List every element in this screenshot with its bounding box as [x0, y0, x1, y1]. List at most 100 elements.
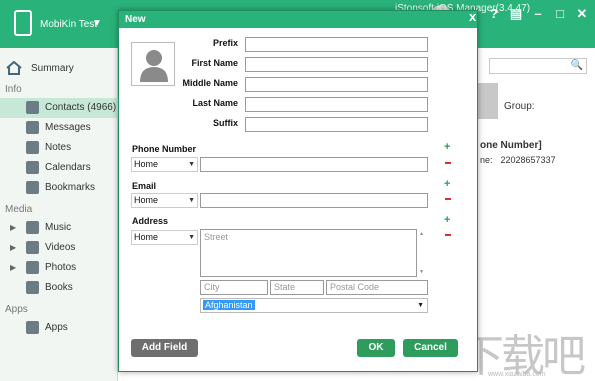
country-select[interactable]: Afghanistan ▼ [200, 298, 428, 313]
window-controls: ⌂ ? ▤ – □ ✕ [465, 6, 589, 22]
menu-icon[interactable]: ▤ [509, 6, 523, 22]
music-icon [26, 221, 39, 234]
sidebar-item-label: Music [45, 222, 72, 233]
add-address-icon[interactable]: + [444, 214, 450, 226]
sidebar-item-label: Videos [45, 242, 76, 253]
remove-phone-icon[interactable] [445, 162, 451, 164]
email-type-select[interactable]: Home ▼ [131, 193, 198, 208]
postal-code-placeholder: Postal Code [330, 282, 380, 292]
phone-number-heading: one Number] [480, 140, 542, 151]
sidebar-item-label: Books [45, 282, 73, 293]
sidebar-item-contacts[interactable]: Contacts (4966) [0, 98, 118, 118]
scroll-up-icon[interactable]: ▲ [419, 231, 424, 237]
phone-value: 22028657337 [500, 155, 556, 165]
remove-address-icon[interactable] [445, 234, 451, 236]
chevron-down-icon: ▼ [188, 161, 195, 168]
email-field[interactable] [200, 193, 428, 208]
sidebar-item-books[interactable]: Books [0, 278, 118, 298]
phone-device-icon [14, 10, 32, 36]
dialog-title: New [125, 14, 146, 25]
group-label: Group: [504, 101, 535, 112]
chevron-down-icon: ▼ [417, 302, 424, 309]
home-icon [6, 61, 22, 75]
phone-type-select[interactable]: Home ▼ [131, 157, 198, 172]
calendars-icon [26, 161, 39, 174]
middle-name-field[interactable] [245, 77, 428, 92]
section-apps: Apps [5, 304, 28, 315]
sidebar-item-messages[interactable]: Messages [0, 118, 118, 138]
bookmarks-icon [26, 181, 39, 194]
sidebar-item-videos[interactable]: ▶ Videos [0, 238, 118, 258]
sidebar-item-label: Summary [31, 63, 74, 74]
add-field-button[interactable]: Add Field [131, 339, 198, 357]
add-phone-icon[interactable]: + [444, 141, 450, 153]
state-placeholder: State [274, 282, 296, 292]
phone-number-row: ne: 22028657337 [480, 155, 556, 165]
prefix-field[interactable] [245, 37, 428, 52]
city-placeholder: City [204, 282, 220, 292]
address-type-select[interactable]: Home ▼ [131, 230, 198, 245]
contacts-icon [26, 101, 39, 114]
close-icon[interactable]: ✕ [575, 6, 589, 22]
suffix-field[interactable] [245, 117, 428, 132]
sidebar-item-label: Contacts (4966) [45, 102, 117, 113]
device-name[interactable]: MobiKin Test [40, 19, 97, 30]
remove-email-icon[interactable] [445, 198, 451, 200]
phone-number-label: Phone Number [132, 144, 197, 154]
sidebar-item-apps[interactable]: Apps [0, 318, 118, 338]
postal-code-field[interactable]: Postal Code [326, 280, 428, 295]
expand-arrow-icon[interactable]: ▶ [10, 263, 16, 272]
sidebar-item-photos[interactable]: ▶ Photos [0, 258, 118, 278]
help-icon[interactable]: ? [487, 6, 501, 22]
section-media: Media [5, 204, 33, 215]
notes-icon [26, 141, 39, 154]
sidebar-item-calendars[interactable]: Calendars [0, 158, 118, 178]
first-name-field[interactable] [245, 57, 428, 72]
watermark-url: www.xiazaiba.com [488, 371, 546, 378]
scroll-down-icon[interactable]: ▼ [419, 269, 424, 275]
phone-number-field[interactable] [200, 157, 428, 172]
last-name-field[interactable] [245, 97, 428, 112]
state-field[interactable]: State [270, 280, 324, 295]
maximize-icon[interactable]: □ [553, 6, 567, 22]
chevron-down-icon: ▼ [188, 234, 195, 241]
search-input[interactable]: 🔍 [489, 58, 587, 74]
email-type-value: Home [134, 195, 159, 205]
email-label: Email [132, 181, 157, 191]
sidebar-item-label: Messages [45, 122, 91, 133]
messages-icon [26, 121, 39, 134]
expand-arrow-icon[interactable]: ▶ [10, 223, 16, 232]
chevron-down-icon: ▼ [188, 197, 195, 204]
search-icon[interactable]: 🔍 [571, 60, 583, 71]
address-type-value: Home [134, 232, 159, 242]
device-dropdown-icon[interactable]: ▼ [92, 18, 102, 29]
add-email-icon[interactable]: + [444, 178, 450, 190]
sidebar-item-music[interactable]: ▶ Music [0, 218, 118, 238]
expand-arrow-icon[interactable]: ▶ [10, 243, 16, 252]
street-field[interactable]: Street [200, 229, 417, 277]
sidebar-item-summary[interactable]: Summary [0, 58, 118, 80]
dialog-titlebar: New [119, 11, 477, 28]
ok-button[interactable]: OK [357, 339, 395, 357]
contact-avatar [478, 83, 498, 119]
prefix-label: Prefix [212, 38, 238, 48]
sidebar-item-label: Apps [45, 322, 68, 333]
address-label: Address [132, 216, 169, 226]
section-info: Info [5, 84, 22, 95]
sidebar: Summary Info Contacts (4966) Messages No… [0, 48, 118, 381]
books-icon [26, 281, 39, 294]
dialog-close-icon[interactable]: x [469, 9, 476, 24]
minimize-icon[interactable]: – [531, 6, 545, 22]
first-name-label: First Name [191, 58, 238, 68]
city-field[interactable]: City [200, 280, 268, 295]
apps-icon [26, 321, 39, 334]
sidebar-item-label: Notes [45, 142, 72, 153]
phone-type-value: Home [134, 159, 159, 169]
street-placeholder: Street [204, 232, 229, 242]
sidebar-item-bookmarks[interactable]: Bookmarks [0, 178, 118, 198]
sidebar-item-notes[interactable]: Notes [0, 138, 118, 158]
middle-name-label: Middle Name [182, 78, 238, 88]
phone-label: ne: [480, 155, 493, 165]
suffix-label: Suffix [212, 118, 238, 128]
cancel-button[interactable]: Cancel [403, 339, 458, 357]
